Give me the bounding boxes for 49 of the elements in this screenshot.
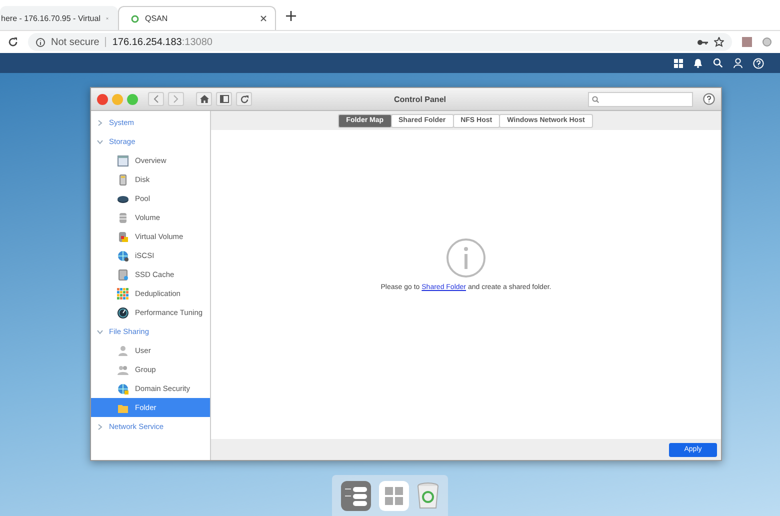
server-icon[interactable] xyxy=(341,481,371,511)
person-icon xyxy=(117,344,129,356)
search-icon[interactable] xyxy=(713,58,723,68)
grid-icon[interactable] xyxy=(674,58,683,68)
home-icon xyxy=(200,95,208,103)
search-field[interactable] xyxy=(588,92,693,106)
circle-icon[interactable] xyxy=(762,37,772,47)
window-icon xyxy=(117,154,129,166)
refresh-icon xyxy=(240,94,248,104)
info-icon xyxy=(36,38,45,46)
drive-icon xyxy=(117,268,129,280)
star-icon[interactable] xyxy=(714,37,724,47)
drive-icon xyxy=(117,174,129,186)
chevron-left-icon xyxy=(153,95,159,103)
info-icon xyxy=(446,238,486,278)
search-icon xyxy=(592,96,599,102)
bell-icon[interactable] xyxy=(693,58,703,68)
people-icon xyxy=(117,364,129,376)
chevron-right-icon xyxy=(173,95,179,103)
reload-icon[interactable] xyxy=(8,37,18,47)
sidebar-toggle-button[interactable] xyxy=(216,92,232,106)
key-icon[interactable] xyxy=(697,38,708,46)
sidebar-icon xyxy=(220,95,228,103)
user-icon[interactable] xyxy=(733,58,743,68)
chevron-right-icon xyxy=(97,120,103,126)
chevron-down-icon xyxy=(97,138,103,144)
url-port: :13080 xyxy=(182,36,212,48)
close-button[interactable] xyxy=(97,94,108,104)
grid-icon xyxy=(117,288,129,300)
gauge-icon xyxy=(117,306,129,318)
globe-icon xyxy=(117,250,129,262)
home-button[interactable] xyxy=(196,92,212,106)
browser-tab[interactable]: QSAN xyxy=(118,6,276,30)
window-title: Control Panel xyxy=(392,94,447,104)
back-button[interactable] xyxy=(148,92,164,106)
chevron-down-icon xyxy=(97,328,103,334)
plus-icon[interactable] xyxy=(286,11,296,21)
browser-tab[interactable]: here - 176.16.70.95 - Virtual xyxy=(0,6,118,30)
database-icon xyxy=(117,230,129,242)
close-icon[interactable] xyxy=(260,15,267,22)
globe-icon xyxy=(117,382,129,394)
help-icon[interactable] xyxy=(703,93,715,105)
security-label: Not secure xyxy=(51,36,100,48)
spinner-icon xyxy=(131,14,139,22)
chevron-right-icon xyxy=(97,424,103,430)
refresh-button[interactable] xyxy=(236,92,252,106)
url-host: 176.16.254.183 xyxy=(112,36,182,48)
database-icon xyxy=(117,212,129,224)
address-bar[interactable]: Not secure 176.16.254.183:13080 xyxy=(28,33,732,51)
